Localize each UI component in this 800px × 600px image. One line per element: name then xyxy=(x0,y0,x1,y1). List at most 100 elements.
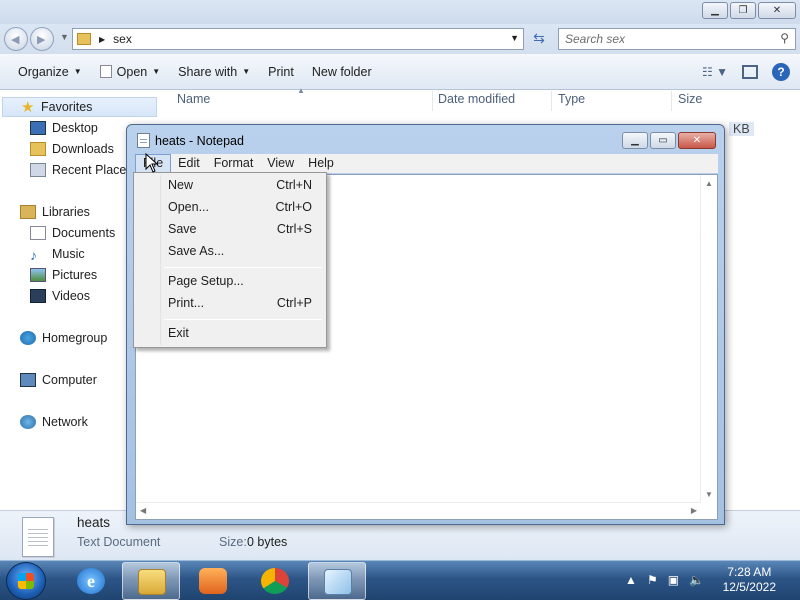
notepad-icon xyxy=(137,133,150,148)
taskbar-ie[interactable]: e xyxy=(62,562,120,600)
menu-item-shortcut: Ctrl+P xyxy=(276,296,312,310)
menu-item-page-setup[interactable]: Page Setup... xyxy=(168,271,318,291)
notepad-small-icon xyxy=(99,65,112,78)
computer-icon xyxy=(20,373,36,387)
scroll-down-icon[interactable]: ▼ xyxy=(705,490,713,499)
taskbar-chrome[interactable] xyxy=(246,562,304,600)
menu-edit[interactable]: Edit xyxy=(171,154,207,173)
column-divider[interactable] xyxy=(671,91,672,111)
network-icon xyxy=(20,415,36,429)
column-type[interactable]: Type xyxy=(558,92,585,106)
refresh-icon[interactable]: ⇆ xyxy=(528,30,550,48)
new-folder-label: New folder xyxy=(311,64,372,79)
column-date-modified[interactable]: Date modified xyxy=(438,92,515,106)
nav-documents[interactable]: Documents xyxy=(30,226,115,240)
nav-homegroup[interactable]: Homegroup xyxy=(20,331,107,345)
print-button[interactable]: Print xyxy=(268,65,294,79)
column-name[interactable]: Name xyxy=(177,92,210,106)
back-button[interactable]: ◀ xyxy=(4,27,28,51)
menu-item-save-as[interactable]: Save As... xyxy=(168,241,318,261)
nav-pictures-label: Pictures xyxy=(52,268,98,282)
horizontal-scrollbar[interactable]: ◀ ▶ xyxy=(136,502,701,519)
folder-icon xyxy=(77,33,91,45)
vertical-scrollbar[interactable]: ▲ ▼ xyxy=(700,175,717,503)
recent-pages-dropdown[interactable]: ▼ xyxy=(60,32,69,42)
taskbar-explorer[interactable] xyxy=(122,562,180,600)
nav-recent-places-label: Recent Places xyxy=(52,163,133,177)
menu-item-print[interactable]: Print... Ctrl+P xyxy=(168,293,318,313)
menu-item-label: Save xyxy=(168,222,197,236)
menu-item-label: Print... xyxy=(168,296,205,310)
nav-recent-places[interactable]: Recent Places xyxy=(30,163,133,177)
search-input[interactable]: Search sex ⚲ xyxy=(558,28,796,50)
minimize-button[interactable]: ▁ xyxy=(702,2,728,19)
chevron-down-icon: ▼ xyxy=(73,67,82,76)
scroll-right-icon[interactable]: ▶ xyxy=(691,506,697,515)
nav-music[interactable]: ♪ Music xyxy=(30,247,85,263)
breadcrumb-current-folder[interactable]: sex xyxy=(113,32,132,46)
preview-pane-icon[interactable] xyxy=(742,65,758,79)
breadcrumb-arrow-icon[interactable]: ▶ xyxy=(99,35,105,44)
address-dropdown-icon[interactable]: ▼ xyxy=(510,33,519,43)
nav-pictures[interactable]: Pictures xyxy=(30,268,97,282)
notepad-menu-bar: File Edit Format View Help xyxy=(135,154,718,173)
clock[interactable]: 7:28 AM 12/5/2022 xyxy=(723,565,776,595)
search-icon[interactable]: ⚲ xyxy=(780,31,789,45)
restore-button[interactable]: ❐ xyxy=(730,2,756,19)
notepad-close-button[interactable]: ✕ xyxy=(678,132,716,149)
start-orb-icon[interactable] xyxy=(6,562,46,600)
notepad-minimize-button[interactable]: ▁ xyxy=(622,132,648,149)
clock-date: 12/5/2022 xyxy=(722,580,776,594)
help-icon[interactable]: ? xyxy=(772,63,790,81)
nav-videos[interactable]: Videos xyxy=(30,289,90,303)
share-with-label: Share with xyxy=(178,64,238,79)
nav-favorites[interactable]: ★ Favorites xyxy=(2,97,157,117)
menu-item-new[interactable]: New Ctrl+N xyxy=(168,175,318,195)
nav-libraries[interactable]: Libraries xyxy=(20,205,90,219)
view-options-icon[interactable]: ☷ ▼ xyxy=(702,65,728,79)
nav-homegroup-label: Homegroup xyxy=(42,331,108,345)
menu-view[interactable]: View xyxy=(260,154,301,173)
notepad-window-controls: ▁ ▭ ✕ xyxy=(622,132,716,149)
column-divider[interactable] xyxy=(432,91,433,111)
scroll-left-icon[interactable]: ◀ xyxy=(140,506,146,515)
menu-format[interactable]: Format xyxy=(207,154,261,173)
nav-downloads[interactable]: Downloads xyxy=(30,142,114,156)
column-size[interactable]: Size xyxy=(678,92,702,106)
mouse-cursor-icon xyxy=(145,153,159,173)
menu-item-exit[interactable]: Exit xyxy=(168,323,318,343)
column-divider[interactable] xyxy=(551,91,552,111)
forward-button[interactable]: ▶ xyxy=(30,27,54,51)
nav-computer[interactable]: Computer xyxy=(20,373,97,387)
menu-item-save[interactable]: Save Ctrl+S xyxy=(168,219,318,239)
libraries-icon xyxy=(20,205,36,219)
menu-help[interactable]: Help xyxy=(301,154,341,173)
network-icon[interactable]: ▣ xyxy=(668,573,679,587)
organize-button[interactable]: Organize ▼ xyxy=(18,65,82,79)
nav-desktop[interactable]: Desktop xyxy=(30,121,98,135)
scroll-up-icon[interactable]: ▲ xyxy=(705,179,713,188)
address-bar[interactable]: ▶ sex ▼ xyxy=(72,28,524,50)
file-row-size-partial[interactable]: KB xyxy=(729,122,754,136)
close-button[interactable]: ✕ xyxy=(758,2,796,19)
nav-favorites-label: Favorites xyxy=(41,100,93,114)
command-bar: Organize ▼ Open ▼ Share with ▼ Print New fo… xyxy=(0,54,800,90)
taskbar-notepad[interactable] xyxy=(308,562,366,600)
show-hidden-icons-icon[interactable]: ▲ xyxy=(625,573,637,587)
new-folder-button[interactable]: New folder xyxy=(312,65,372,79)
nav-libraries-label: Libraries xyxy=(42,205,90,219)
chevron-down-icon: ▼ xyxy=(152,67,161,76)
ie-icon: e xyxy=(77,568,105,594)
details-size-value: 0 bytes xyxy=(247,535,288,549)
taskbar-media-player[interactable] xyxy=(184,562,242,600)
share-with-button[interactable]: Share with ▼ xyxy=(178,65,250,79)
menu-item-open[interactable]: Open... Ctrl+O xyxy=(168,197,318,217)
notepad-maximize-button[interactable]: ▭ xyxy=(650,132,676,149)
nav-network[interactable]: Network xyxy=(20,415,88,429)
flag-icon[interactable]: ⚑ xyxy=(647,573,658,587)
open-button[interactable]: Open ▼ xyxy=(99,65,161,79)
speaker-icon[interactable]: 🔈 xyxy=(689,573,704,587)
system-tray: ▲ ⚑ ▣ 🔈 xyxy=(625,573,704,587)
nav-desktop-label: Desktop xyxy=(52,121,98,135)
recent-places-icon xyxy=(30,163,46,177)
